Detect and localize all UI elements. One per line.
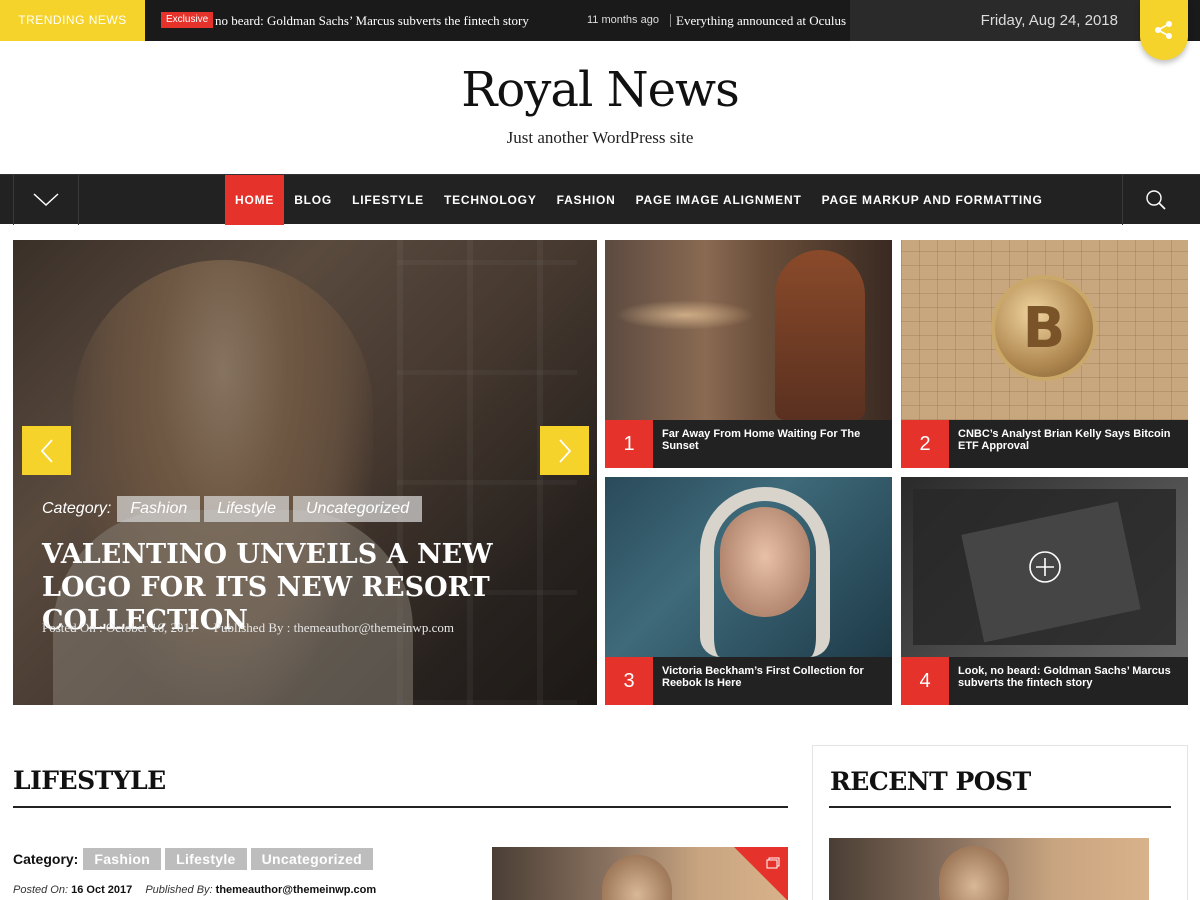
posted-on-label: Posted On: <box>13 884 69 896</box>
nav-item-lifestyle[interactable]: LIFESTYLE <box>342 175 434 225</box>
category-tag-fashion[interactable]: Fashion <box>83 848 162 870</box>
slider-prev-button[interactable] <box>22 426 71 475</box>
category-tag-fashion[interactable]: Fashion <box>117 496 201 522</box>
nav-item-fashion[interactable]: FASHION <box>547 175 626 225</box>
tile-number: 1 <box>605 420 653 468</box>
category-label: Category: <box>13 851 79 867</box>
tile-title[interactable]: Victoria Beckham’s First Collection for … <box>662 665 884 689</box>
date-box: Friday, Aug 24, 2018 <box>850 0 1140 41</box>
section-divider <box>13 806 788 808</box>
nav-menu: HOME BLOG LIFESTYLE TECHNOLOGY FASHION P… <box>225 175 1053 225</box>
ticker-link-1[interactable]: no beard: Goldman Sachs’ Marcus subverts… <box>215 0 529 41</box>
lifestyle-section-title: LIFESTYLE <box>13 766 166 795</box>
category-tag-uncategorized[interactable]: Uncategorized <box>250 848 374 870</box>
category-tag-uncategorized[interactable]: Uncategorized <box>293 496 423 522</box>
slide-posted-date: Posted On : October 16, 2017 <box>42 620 197 635</box>
nav-item-page-markup[interactable]: PAGE MARKUP AND FORMATTING <box>812 175 1053 225</box>
featured-tile[interactable]: 4 Look, no beard: Goldman Sachs’ Marcus … <box>901 477 1188 705</box>
tile-caption: 4 Look, no beard: Goldman Sachs’ Marcus … <box>901 657 1188 705</box>
site-title[interactable]: Royal News <box>0 62 1200 118</box>
share-icon <box>1155 21 1172 39</box>
slide-categories: Category: Fashion Lifestyle Uncategorize… <box>42 496 426 522</box>
post-categories: Category: Fashion Lifestyle Uncategorize… <box>13 848 377 870</box>
nav-item-home[interactable]: HOME <box>225 175 285 225</box>
tile-number: 3 <box>605 657 653 705</box>
nav-item-blog[interactable]: BLOG <box>284 175 342 225</box>
nav-item-technology[interactable]: TECHNOLOGY <box>434 175 547 225</box>
ticker-time: 11 months ago <box>587 14 659 26</box>
search-icon <box>1145 190 1166 210</box>
tile-number: 4 <box>901 657 949 705</box>
chevron-right-icon <box>558 438 571 463</box>
tile-caption: 3 Victoria Beckham’s First Collection fo… <box>605 657 892 705</box>
tile-number: 2 <box>901 420 949 468</box>
chevron-left-icon <box>40 438 53 463</box>
tile-title[interactable]: Far Away From Home Waiting For The Sunse… <box>662 428 884 452</box>
tile-image <box>605 477 892 657</box>
news-ticker: Exclusive no beard: Goldman Sachs’ Marcu… <box>145 0 850 41</box>
tile-title[interactable]: CNBC’s Analyst Brian Kelly Says Bitcoin … <box>958 428 1180 452</box>
widget-divider <box>829 806 1171 808</box>
slider-next-button[interactable] <box>540 426 589 475</box>
nav-item-page-image-alignment[interactable]: PAGE IMAGE ALIGNMENT <box>626 175 812 225</box>
featured-tile[interactable]: B 2 CNBC’s Analyst Brian Kelly Says Bitc… <box>901 240 1188 468</box>
tile-image: B <box>901 240 1188 420</box>
gallery-icon <box>766 857 780 869</box>
tile-caption: 1 Far Away From Home Waiting For The Sun… <box>605 420 892 468</box>
tile-image <box>605 240 892 420</box>
slide-meta: Posted On : October 16, 2017 Published B… <box>42 620 454 636</box>
published-by-label: Published By: <box>145 884 213 896</box>
site-tagline: Just another WordPress site <box>506 128 694 147</box>
menu-toggle-button[interactable] <box>13 175 79 225</box>
post-meta: Posted On: 16 Oct 2017 Published By: the… <box>13 884 376 896</box>
search-button[interactable] <box>1122 175 1188 225</box>
category-tag-lifestyle[interactable]: Lifestyle <box>204 496 289 522</box>
share-button[interactable] <box>1140 0 1188 60</box>
category-label: Category: <box>42 500 112 517</box>
current-date: Friday, Aug 24, 2018 <box>980 12 1118 29</box>
tile-title[interactable]: Look, no beard: Goldman Sachs’ Marcus su… <box>958 665 1180 689</box>
category-tag-lifestyle[interactable]: Lifestyle <box>165 848 247 870</box>
ticker-link-2[interactable]: Everything announced at Oculus <box>676 0 846 41</box>
ticker-divider <box>670 14 671 27</box>
exclusive-badge: Exclusive <box>161 12 214 28</box>
chevron-down-icon <box>33 193 59 207</box>
featured-tile[interactable]: 1 Far Away From Home Waiting For The Sun… <box>605 240 892 468</box>
top-bar: TRENDING NEWS Exclusive no beard: Goldma… <box>0 0 1200 41</box>
featured-tile[interactable]: 3 Victoria Beckham’s First Collection fo… <box>605 477 892 705</box>
slide-author: Published By : themeauthor@themeinwp.com <box>213 620 454 635</box>
recent-post-title: RECENT POST <box>830 767 1031 796</box>
posted-on-date: 16 Oct 2017 <box>71 884 133 896</box>
tile-hover-overlay[interactable] <box>913 489 1176 645</box>
post-thumbnail[interactable] <box>492 847 788 900</box>
featured-slider[interactable]: Category: Fashion Lifestyle Uncategorize… <box>13 240 597 705</box>
published-by-author[interactable]: themeauthor@themeinwp.com <box>216 884 376 896</box>
recent-post-thumbnail[interactable] <box>829 838 1149 900</box>
bitcoin-icon: B <box>991 275 1097 381</box>
trending-news-label: TRENDING NEWS <box>0 0 145 41</box>
tile-caption: 2 CNBC’s Analyst Brian Kelly Says Bitcoi… <box>901 420 1188 468</box>
format-corner <box>734 847 788 900</box>
plus-circle-icon <box>1028 551 1061 583</box>
main-navigation: HOME BLOG LIFESTYLE TECHNOLOGY FASHION P… <box>0 174 1200 225</box>
